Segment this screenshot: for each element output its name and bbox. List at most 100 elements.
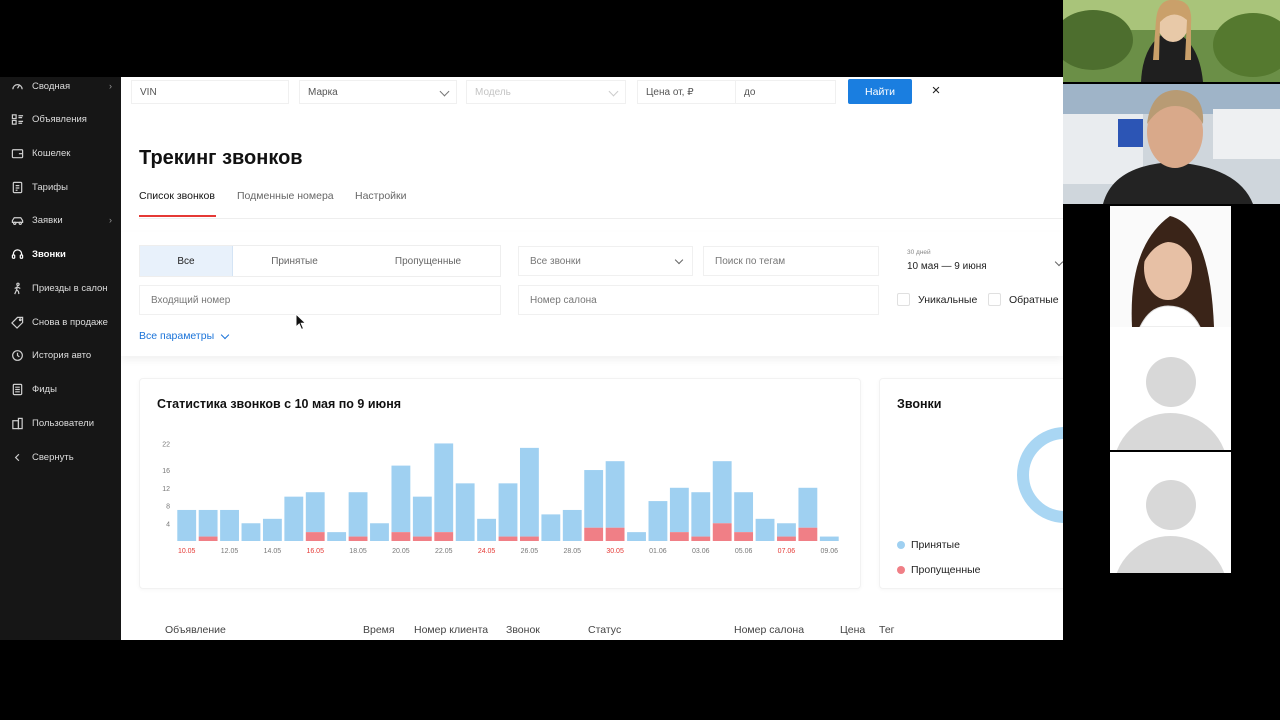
page-title: Трекинг звонков [139, 147, 303, 169]
chevron-left-icon [10, 450, 24, 464]
checkbox-box[interactable] [897, 293, 910, 306]
brand-select[interactable]: Марка [299, 80, 457, 104]
period-select[interactable]: 10 мая — 9 июня [907, 261, 987, 272]
bar-accepted [348, 492, 368, 537]
segment-all[interactable]: Все [140, 246, 233, 276]
bar-accepted [455, 483, 475, 541]
sidebar-item-visits[interactable]: Приезды в салон [0, 275, 121, 301]
vin-input[interactable]: VIN [131, 80, 289, 104]
sidebar-item-summary[interactable]: Сводная › [0, 73, 121, 99]
tag-search-input[interactable]: Поиск по тегам [703, 246, 879, 276]
participant-placeholder-avatar [1110, 327, 1231, 450]
bar-accepted [691, 492, 711, 537]
chevron-down-icon [608, 86, 619, 97]
bar-missed [198, 536, 218, 541]
bar-accepted [819, 536, 839, 541]
col-listing[interactable]: Объявление [165, 624, 226, 636]
dashboard-icon [10, 79, 24, 93]
segment-missed[interactable]: Пропущенные [356, 246, 500, 276]
incoming-number-input[interactable]: Входящий номер [139, 285, 501, 315]
checkbox-box[interactable] [988, 293, 1001, 306]
filters-panel: Все Принятые Пропущенные Все звонки Поис… [121, 232, 1063, 356]
bar-accepted [241, 523, 261, 541]
price-from-input[interactable]: Цена от, ₽ [637, 80, 736, 104]
col-client-number[interactable]: Номер клиента [414, 624, 488, 636]
sidebar-item-feeds[interactable]: Фиды [0, 376, 121, 402]
sidebar-item-users[interactable]: Пользователи [0, 410, 121, 436]
col-salon-number[interactable]: Номер салона [734, 624, 804, 636]
y-tick-label: 16 [162, 468, 170, 475]
find-button[interactable]: Найти [848, 79, 912, 104]
bar-accepted [198, 509, 218, 537]
tab-call-list[interactable]: Список звонков [139, 190, 215, 202]
bar-accepted [562, 509, 582, 541]
wallet-icon [10, 146, 24, 160]
tab-substitute-numbers[interactable]: Подменные номера [237, 190, 334, 202]
sidebar-item-wallet[interactable]: Кошелек [0, 140, 121, 166]
x-tick-label: 05.06 [735, 548, 753, 555]
bar-accepted [627, 532, 646, 541]
bar-accepted [584, 470, 604, 528]
price-to-input[interactable]: до [735, 80, 836, 104]
avatar-head [1146, 480, 1196, 530]
sidebar-item-listings[interactable]: Объявления [0, 106, 121, 132]
all-params-link[interactable]: Все параметры [139, 330, 230, 342]
sidebar-item-tariffs[interactable]: Тарифы [0, 174, 121, 200]
callback-checkbox-label: Обратные [1009, 293, 1059, 306]
sidebar: Сводная › Объявления Кошелек Тарифы Заяв… [0, 77, 121, 640]
x-tick-label: 03.06 [692, 548, 710, 555]
active-tab-indicator [139, 215, 216, 217]
bar-missed [584, 527, 604, 541]
participant-placeholder-avatar [1110, 452, 1231, 573]
bar-accepted [370, 523, 389, 541]
col-time[interactable]: Время [363, 624, 395, 636]
col-status[interactable]: Статус [588, 624, 621, 636]
model-select-value: Модель [475, 86, 511, 98]
participant-video-3 [1110, 206, 1231, 327]
sidebar-item-requests[interactable]: Заявки › [0, 207, 121, 233]
call-type-select[interactable]: Все звонки [518, 246, 693, 276]
search-bar: VIN Марка Модель Цена от, ₽ до Найти × [121, 77, 1063, 107]
sidebar-item-calls[interactable]: Звонки [0, 241, 121, 267]
bar-accepted [798, 487, 818, 528]
sidebar-item-label: Сводная [32, 80, 71, 92]
x-tick-label: 01.06 [649, 548, 667, 555]
users-icon [10, 416, 24, 430]
calls-summary-card: Звонки Принятые Пропущенные [879, 378, 1063, 589]
period-label: 30 дней [907, 249, 931, 256]
bar-accepted [755, 518, 775, 541]
sidebar-item-back-on-sale[interactable]: Снова в продаже [0, 309, 121, 335]
col-tag[interactable]: Тег [879, 624, 895, 636]
tab-settings[interactable]: Настройки [355, 190, 407, 202]
sidebar-item-collapse[interactable]: Свернуть [0, 444, 121, 470]
salon-number-input[interactable]: Номер салона [518, 285, 879, 315]
sidebar-item-car-history[interactable]: История авто [0, 342, 121, 368]
bar-accepted [177, 509, 197, 541]
participant-video-image [1110, 206, 1231, 327]
bar-missed [605, 527, 625, 541]
bar-missed [691, 536, 711, 541]
model-select[interactable]: Модель [466, 80, 626, 104]
x-tick-label: 26.05 [521, 548, 539, 555]
x-tick-label: 10.05 [178, 548, 196, 555]
callback-checkbox[interactable]: Обратные [988, 293, 1059, 306]
participant-video-image [1063, 84, 1280, 204]
participant-video-1 [1063, 0, 1280, 82]
sidebar-item-label: Объявления [32, 113, 87, 125]
bar-missed [734, 532, 754, 541]
participant-video-2 [1063, 84, 1280, 204]
close-icon[interactable]: × [927, 82, 945, 100]
unique-checkbox[interactable]: Уникальные [897, 293, 977, 306]
headset-icon [10, 247, 24, 261]
segment-accepted[interactable]: Принятые [233, 246, 356, 276]
col-call[interactable]: Звонок [506, 624, 540, 636]
bar-accepted [605, 461, 625, 528]
col-price[interactable]: Цена [840, 624, 865, 636]
bar-accepted [734, 492, 754, 533]
sidebar-item-label: Свернуть [32, 451, 74, 463]
chevron-down-icon[interactable] [1054, 257, 1063, 267]
tabs: Список звонков Подменные номера Настройк… [139, 185, 1063, 219]
sidebar-item-label: Приезды в салон [32, 282, 108, 294]
bar-accepted [220, 509, 239, 541]
missed-dot [897, 566, 905, 574]
